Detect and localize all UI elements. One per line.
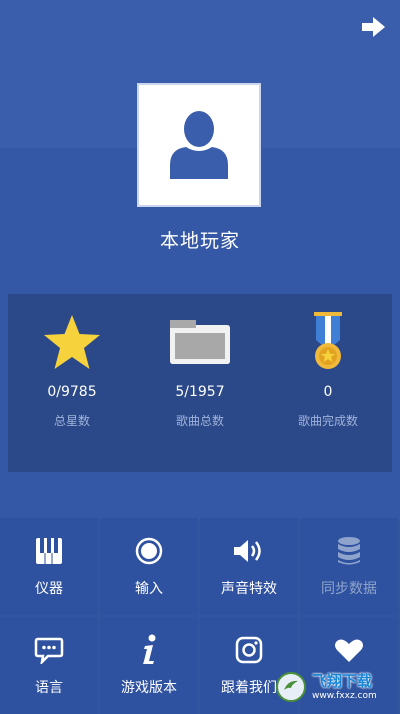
menu-label: 同步数据: [321, 581, 377, 597]
database-icon: [338, 537, 360, 565]
avatar[interactable]: [137, 83, 261, 207]
logout-button[interactable]: [360, 14, 386, 40]
stat-label: 歌曲总数: [175, 414, 224, 428]
stat-total-stars: 0/9785 总星数: [8, 294, 136, 472]
star-icon: [44, 315, 100, 369]
menu-label: 声音特效: [221, 581, 277, 597]
watermark-logo: [276, 672, 306, 702]
menu-sound-effects[interactable]: 声音特效: [200, 518, 298, 615]
watermark: 飞翔下载 www.fxxz.com: [276, 666, 394, 708]
arrow-right-icon: [362, 17, 385, 37]
heart-icon: [335, 639, 363, 662]
speaker-icon: [234, 540, 261, 562]
menu-label: 仪器: [35, 581, 63, 597]
stat-total-songs: 5/1957 歌曲总数: [136, 294, 264, 472]
piano-icon: [36, 538, 62, 564]
folder-icon: [170, 320, 230, 364]
medal-icon: [314, 312, 342, 369]
watermark-subtitle: www.fxxz.com: [312, 690, 377, 701]
menu-input[interactable]: 输入: [100, 518, 198, 615]
bird-icon: [284, 680, 298, 690]
stats-panel: 0/9785 总星数 5/1957 歌曲总数 0 歌曲完成数: [8, 294, 392, 472]
menu-language[interactable]: 语言: [0, 617, 98, 714]
instagram-icon: [235, 636, 263, 664]
user-icon: [170, 111, 228, 179]
stat-label: 歌曲完成数: [297, 414, 358, 428]
info-icon: [143, 634, 156, 664]
chat-bubble-icon: [34, 637, 64, 664]
stat-songs-completed: 0 歌曲完成数: [264, 294, 392, 472]
stat-label: 总星数: [53, 414, 90, 428]
watermark-title: 飞翔下载: [312, 671, 373, 690]
menu-label: 语言: [35, 680, 63, 696]
record-icon: [135, 537, 163, 565]
player-name: 本地玩家: [159, 230, 240, 252]
menu-label: 输入: [135, 581, 163, 597]
menu-sync-data[interactable]: 同步数据: [300, 518, 398, 615]
menu-game-version[interactable]: 游戏版本: [100, 617, 198, 714]
stat-value: 0: [323, 384, 333, 400]
stat-value: 0/9785: [47, 384, 97, 400]
stat-value: 5/1957: [175, 384, 225, 400]
menu-label: 游戏版本: [121, 680, 177, 696]
menu-instrument[interactable]: 仪器: [0, 518, 98, 615]
